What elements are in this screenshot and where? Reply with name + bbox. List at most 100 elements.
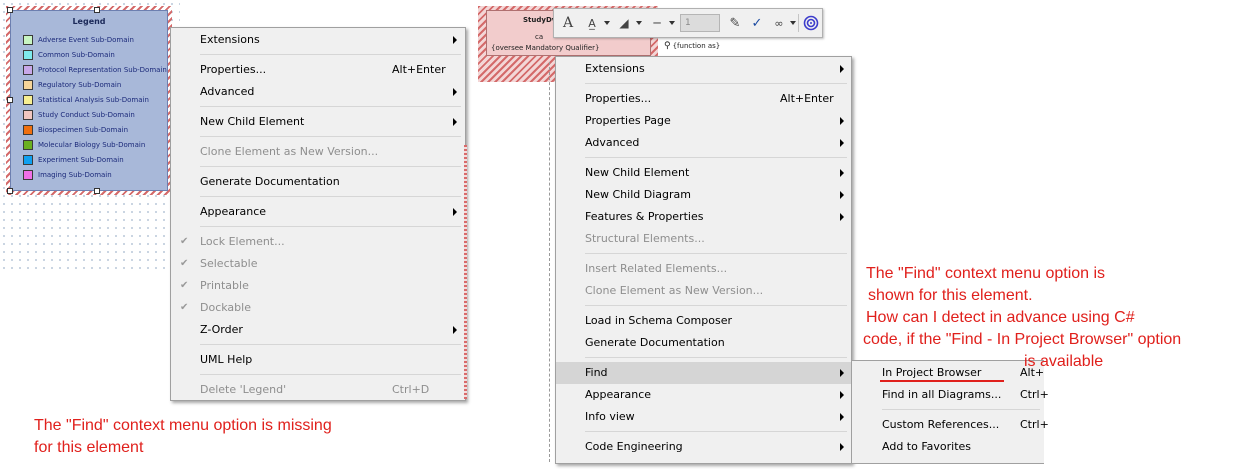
line-width-input[interactable]: 1	[680, 14, 720, 32]
menu-item-properties[interactable]: Properties... Alt+Enter	[556, 88, 851, 110]
menu-item-new-child-element[interactable]: New Child Element	[171, 111, 465, 133]
annotation-shown: The "Find" context menu option is shown …	[863, 263, 1181, 373]
menu-item-extensions[interactable]: Extensions	[556, 58, 851, 80]
selection-handle[interactable]	[7, 7, 13, 13]
legend-item: Study Conduct Sub-Domain	[23, 108, 135, 121]
legend-item: Molecular Biology Sub-Domain	[23, 138, 145, 151]
menu-item-shortcut: Ctrl+	[1020, 418, 1049, 431]
menu-item-generate-documentation[interactable]: Generate Documentation	[171, 171, 465, 193]
fill-color-icon[interactable]: ◢	[614, 13, 634, 33]
selection-handle[interactable]	[7, 188, 13, 194]
line-color-icon[interactable]: ─	[647, 13, 667, 33]
submenu-arrow-icon	[840, 369, 844, 377]
find-submenu: In Project Browser Alt+ Find in all Diagra…	[851, 360, 1049, 464]
legend-item: Experiment Sub-Domain	[23, 153, 124, 166]
annotation-shown-line-2: shown for this element.	[868, 287, 1033, 304]
diagram-border-fragment	[464, 145, 467, 399]
legend-item-label: Experiment Sub-Domain	[38, 155, 124, 164]
legend-title: Legend	[72, 17, 106, 26]
menu-item-custom-references[interactable]: Custom References... Ctrl+	[852, 414, 1049, 436]
font-color-icon[interactable]: A̲	[582, 13, 602, 33]
menu-item-label: Appearance	[585, 388, 652, 401]
glasses-dropdown-icon[interactable]	[790, 21, 796, 25]
selection-handle[interactable]	[7, 97, 13, 103]
menu-item-lock-element[interactable]: ✔ Lock Element...	[171, 231, 465, 253]
menu-item-clone-element-as-new-version[interactable]: Clone Element as New Version...	[171, 141, 465, 163]
menu-item-generate-documentation[interactable]: Generate Documentation	[556, 332, 851, 354]
context-menu-legend: Extensions Properties... Alt+Enter Advanced…	[170, 27, 466, 401]
menu-item-z-order[interactable]: Z-Order	[171, 319, 465, 341]
menu-item-label: Insert Related Elements...	[585, 262, 728, 275]
target-icon[interactable]	[802, 13, 820, 33]
font-icon[interactable]: A	[560, 13, 576, 33]
element-stereotype: ca	[535, 33, 544, 41]
menu-item-label: UML Help	[200, 353, 253, 366]
menu-item-shortcut: Ctrl+	[1020, 388, 1049, 401]
menu-item-label: Selectable	[200, 257, 258, 270]
menu-item-find[interactable]: Find	[556, 362, 851, 384]
menu-separator	[200, 54, 461, 55]
menu-item-properties-page[interactable]: Properties Page	[556, 110, 851, 132]
annotation-shown-line-1: The "Find" context menu option is	[866, 265, 1106, 282]
fill-color-dropdown-icon[interactable]	[636, 21, 642, 25]
eyedropper-icon[interactable]: ✓	[748, 13, 766, 33]
menu-item-label: Dockable	[200, 301, 251, 314]
menu-item-label: Features & Properties	[585, 210, 704, 223]
checkmark-icon: ✔	[180, 302, 189, 313]
menu-item-insert-related-elements[interactable]: Insert Related Elements...	[556, 258, 851, 280]
menu-item-label: Generate Documentation	[200, 175, 340, 188]
format-painter-icon[interactable]: ✎	[726, 13, 744, 33]
menu-item-extensions[interactable]: Extensions	[171, 29, 465, 51]
menu-item-label: Delete 'Legend'	[200, 383, 287, 396]
menu-item-load-in-schema-composer[interactable]: Load in Schema Composer	[556, 310, 851, 332]
menu-item-properties[interactable]: Properties... Alt+Enter	[171, 59, 465, 81]
menu-item-printable[interactable]: ✔ Printable	[171, 275, 465, 297]
legend-swatch	[23, 64, 33, 75]
menu-item-selectable[interactable]: ✔ Selectable	[171, 253, 465, 275]
menu-item-appearance[interactable]: Appearance	[556, 384, 851, 406]
checkmark-icon: ✔	[180, 258, 189, 269]
submenu-arrow-icon	[453, 118, 457, 126]
menu-item-advanced[interactable]: Advanced	[556, 132, 851, 154]
menu-item-shortcut: Alt+Enter	[392, 63, 446, 76]
menu-item-label: Extensions	[200, 33, 260, 46]
menu-item-add-to-favorites[interactable]: Add to Favorites	[852, 436, 1044, 458]
menu-item-label: Properties...	[585, 92, 652, 105]
selection-handle[interactable]	[94, 7, 100, 13]
line-color-dropdown-icon[interactable]	[669, 21, 675, 25]
legend-swatch	[23, 49, 33, 60]
submenu-arrow-icon	[840, 139, 844, 147]
menu-item-clone-element-as-new-version[interactable]: Clone Element as New Version...	[556, 280, 851, 302]
menu-item-new-child-element[interactable]: New Child Element	[556, 162, 851, 184]
legend-item-label: Regulatory Sub-Domain	[38, 80, 122, 89]
submenu-arrow-icon	[453, 36, 457, 44]
submenu-arrow-icon	[453, 208, 457, 216]
font-color-dropdown-icon[interactable]	[604, 21, 610, 25]
menu-item-advanced[interactable]: Advanced	[171, 81, 465, 103]
menu-item-uml-help[interactable]: UML Help	[171, 349, 465, 371]
menu-item-dockable[interactable]: ✔ Dockable	[171, 297, 465, 319]
legend-item: Biospecimen Sub-Domain	[23, 123, 128, 136]
glasses-icon[interactable]: ∞	[769, 13, 789, 33]
menu-item-new-child-diagram[interactable]: New Child Diagram	[556, 184, 851, 206]
menu-item-label: Find	[585, 366, 608, 379]
menu-item-features-properties[interactable]: Features & Properties	[556, 206, 851, 228]
menu-item-find-in-all-diagrams[interactable]: Find in all Diagrams... Ctrl+	[852, 384, 1049, 406]
legend-item: Imaging Sub-Domain	[23, 168, 112, 181]
legend-element[interactable]: Legend Adverse Event Sub-Domain Common Su…	[10, 10, 168, 191]
menu-item-code-engineering[interactable]: Code Engineering	[556, 436, 851, 458]
menu-item-delete-legend[interactable]: Delete 'Legend' Ctrl+D	[171, 379, 465, 401]
submenu-arrow-icon	[840, 213, 844, 221]
menu-item-appearance[interactable]: Appearance	[171, 201, 465, 223]
menu-item-info-view[interactable]: Info view	[556, 406, 851, 428]
menu-separator	[200, 374, 461, 375]
menu-separator	[585, 83, 847, 84]
legend-swatch	[23, 109, 33, 120]
legend-swatch	[23, 79, 33, 90]
menu-item-label: Properties...	[200, 63, 267, 76]
line-width-value: 1	[685, 18, 691, 28]
legend-item-label: Statistical Analysis Sub-Domain	[38, 95, 149, 104]
legend-item: Protocol Representation Sub-Domain	[23, 63, 167, 76]
menu-item-structural-elements[interactable]: Structural Elements...	[556, 228, 851, 250]
selection-handle[interactable]	[94, 188, 100, 194]
